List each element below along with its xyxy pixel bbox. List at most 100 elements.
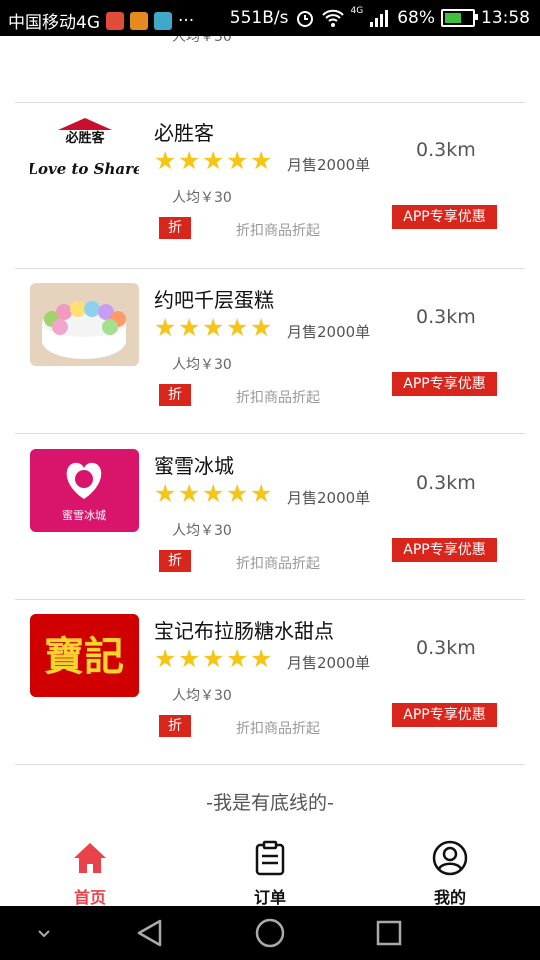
star-icon: ★ (202, 146, 225, 175)
network-speed: 551B/s (229, 8, 289, 28)
app-exclusive-badge: APP专享优惠 (392, 205, 497, 229)
avg-price: 人均￥30 (172, 190, 232, 206)
system-navigation-bar (0, 906, 540, 960)
star-icon: ★ (226, 313, 249, 342)
signal-icon (370, 10, 389, 27)
divider (15, 433, 525, 434)
partial-avg-price: 人均￥30 (172, 36, 232, 45)
battery-icon (441, 9, 478, 27)
promo-text: 折扣商品折起 (236, 556, 320, 572)
rating-stars: ★ ★ ★ ★ ★ (154, 313, 273, 342)
star-icon: ★ (202, 644, 225, 673)
app-exclusive-badge: APP专享优惠 (392, 538, 497, 562)
star-icon: ★ (154, 479, 177, 508)
chevron-down-icon[interactable] (14, 906, 74, 960)
distance: 0.3km (416, 306, 476, 328)
tab-home[interactable]: 首页 (30, 836, 150, 907)
discount-tag: 折 (159, 217, 191, 239)
discount-tag: 折 (159, 550, 191, 572)
star-icon: ★ (226, 644, 249, 673)
notification-app-icon (154, 11, 172, 30)
tab-label: 订单 (253, 888, 286, 907)
star-icon: ★ (250, 479, 273, 508)
app-exclusive-badge: APP专享优惠 (392, 703, 497, 727)
pizzahut-logo: 必胜客 Love to Share (30, 116, 139, 199)
rating-stars: ★ ★ ★ ★ ★ (154, 146, 273, 175)
status-bar: 中国移动4G ··· 551B/s 4G 68% 13:58 (0, 0, 540, 36)
tab-label: 我的 (433, 888, 466, 907)
app-exclusive-badge: APP专享优惠 (392, 372, 497, 396)
recent-apps-icon[interactable] (360, 906, 420, 960)
star-icon: ★ (154, 313, 177, 342)
carrier-label: 中国移动4G (8, 13, 100, 33)
promo-text: 折扣商品折起 (236, 390, 320, 406)
monthly-sales: 月售2000单 (287, 654, 371, 672)
shop-list[interactable]: 人均￥30 必胜客 Love to Share 必胜客 ★ ★ ★ ★ ★ 月售2000… (0, 36, 540, 836)
shop-name: 蜜雪冰城 (154, 454, 234, 478)
divider (15, 764, 525, 765)
divider (15, 268, 525, 269)
star-icon: ★ (250, 146, 273, 175)
divider (15, 599, 525, 600)
baoji-logo-text: 寶記 (44, 633, 124, 680)
promo-text: 折扣商品折起 (236, 223, 320, 239)
shop-name: 必胜客 (154, 121, 214, 145)
star-icon: ★ (178, 146, 201, 175)
shop-name: 宝记布拉肠糖水甜点 (154, 619, 334, 643)
cake-image (30, 283, 139, 366)
bottom-tab-bar: 首页 订单 我的 (0, 836, 540, 907)
avg-price: 人均￥30 (172, 357, 232, 373)
pizzahut-logo-title: 必胜客 (64, 130, 105, 146)
wifi-icon (321, 9, 344, 27)
clipboard-icon (255, 840, 285, 876)
home-button-icon[interactable] (240, 906, 300, 960)
more-notifications-icon: ··· (178, 10, 195, 31)
tab-orders[interactable]: 订单 (210, 836, 330, 907)
star-icon: ★ (226, 479, 249, 508)
end-of-list-text: -我是有底线的- (206, 792, 334, 814)
distance: 0.3km (416, 637, 476, 659)
star-icon: ★ (226, 146, 249, 175)
mixue-logo-text: 蜜雪冰城 (62, 508, 106, 522)
monthly-sales: 月售2000单 (287, 323, 371, 341)
monthly-sales: 月售2000单 (287, 489, 371, 507)
promo-text: 折扣商品折起 (236, 721, 320, 737)
discount-tag: 折 (159, 384, 191, 406)
mixue-logo: 蜜雪冰城 (30, 449, 139, 532)
notification-app-icon (130, 11, 148, 30)
shop-list-item[interactable]: 必胜客 Love to Share 必胜客 ★ ★ ★ ★ ★ 月售2000单 0.3k… (0, 116, 540, 266)
divider (15, 102, 525, 103)
pizzahut-logo-sub: Love to Share (30, 160, 139, 178)
back-icon[interactable] (120, 906, 180, 960)
shop-list-item[interactable]: 寶記 宝记布拉肠糖水甜点 ★ ★ ★ ★ ★ 月售2000单 0.3km 人均￥30 折… (0, 614, 540, 764)
discount-tag: 折 (159, 715, 191, 737)
rating-stars: ★ ★ ★ ★ ★ (154, 644, 273, 673)
network-type: 4G (350, 6, 364, 16)
home-icon (74, 843, 106, 873)
star-icon: ★ (202, 479, 225, 508)
tab-label: 首页 (73, 888, 106, 907)
notification-app-icon (106, 11, 124, 30)
avg-price: 人均￥30 (172, 688, 232, 704)
star-icon: ★ (154, 644, 177, 673)
battery-percent: 68% (397, 8, 435, 28)
rating-stars: ★ ★ ★ ★ ★ (154, 479, 273, 508)
avg-price: 人均￥30 (172, 523, 232, 539)
shop-name: 约吧千层蛋糕 (154, 288, 274, 312)
distance: 0.3km (416, 139, 476, 161)
star-icon: ★ (178, 644, 201, 673)
alarm-icon (296, 11, 313, 27)
shop-list-item[interactable]: 约吧千层蛋糕 ★ ★ ★ ★ ★ 月售2000单 0.3km 人均￥30 折 折扣商品折… (0, 283, 540, 433)
star-icon: ★ (154, 146, 177, 175)
star-icon: ★ (178, 313, 201, 342)
baoji-logo: 寶記 (30, 614, 139, 697)
star-icon: ★ (202, 313, 225, 342)
star-icon: ★ (178, 479, 201, 508)
star-icon: ★ (250, 313, 273, 342)
star-icon: ★ (250, 644, 273, 673)
monthly-sales: 月售2000单 (287, 156, 371, 174)
user-icon (432, 840, 468, 876)
tab-profile[interactable]: 我的 (390, 836, 510, 907)
shop-list-item[interactable]: 蜜雪冰城 蜜雪冰城 ★ ★ ★ ★ ★ 月售2000单 0.3km 人均￥30 折 折扣… (0, 449, 540, 599)
distance: 0.3km (416, 472, 476, 494)
